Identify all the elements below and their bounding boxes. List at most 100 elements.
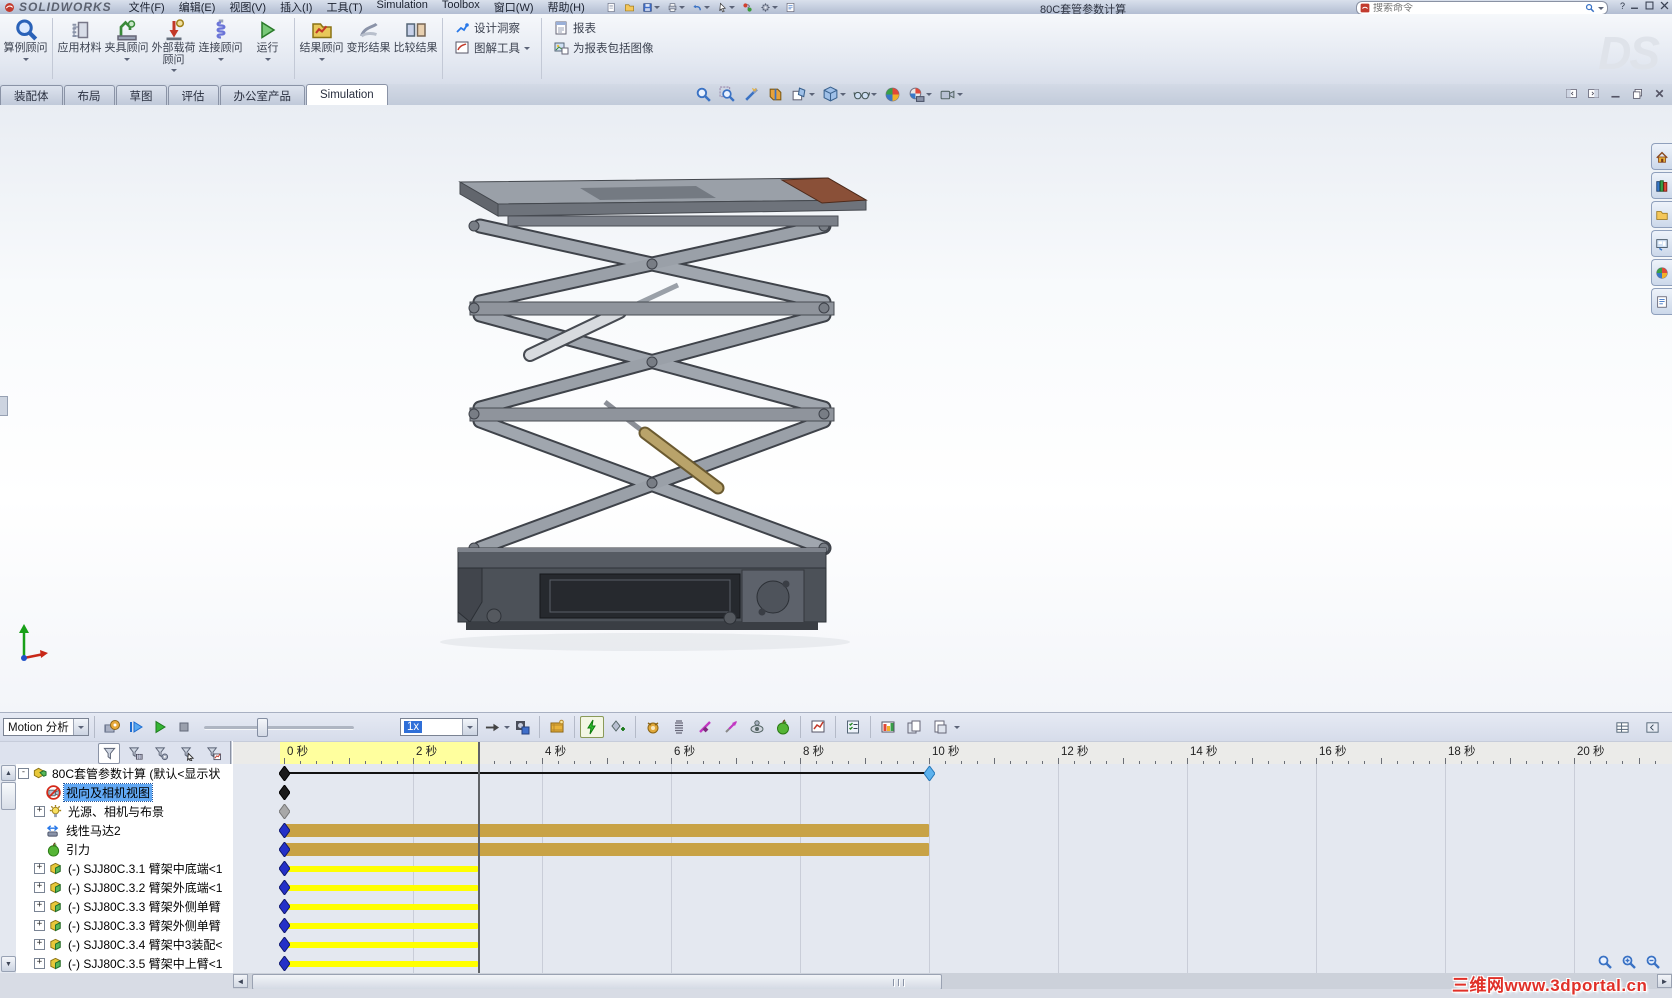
tab-布局[interactable]: 布局 — [63, 85, 115, 105]
hscroll-thumb[interactable] — [252, 974, 942, 990]
tree-item[interactable]: - 80C套管参数计算 (默认<显示状 — [16, 764, 230, 783]
expand-icon[interactable]: + — [34, 958, 45, 969]
autokey-button[interactable] — [580, 716, 604, 738]
ribbon-button[interactable]: 算例顾问 — [2, 14, 49, 83]
timeline-ruler[interactable]: 0 秒 2 秒 4 秒 6 秒 8 秒 10 秒 12 秒 14 秒 16 秒 18 秒 20 秒 — [233, 742, 1672, 766]
change-bar[interactable] — [284, 922, 478, 929]
contact-button[interactable] — [745, 716, 769, 738]
save-animation-button[interactable] — [510, 716, 534, 738]
filter-results-button[interactable] — [202, 743, 224, 764]
new-file-button[interactable] — [606, 2, 617, 13]
tree-item[interactable]: + (-) SJJ80C.3.3 臂架外侧单臂 — [16, 897, 230, 916]
current-time-bar[interactable] — [477, 742, 480, 765]
motor-button[interactable] — [641, 716, 665, 738]
command-search[interactable] — [1356, 1, 1608, 14]
key-diamond[interactable] — [277, 841, 291, 858]
help-button[interactable]: ? — [1620, 1, 1625, 11]
file-properties-button[interactable] — [785, 2, 796, 13]
hide-show-items-button[interactable] — [853, 86, 877, 103]
key-diamond[interactable] — [277, 898, 291, 915]
ribbon-small-button[interactable]: 报表 — [553, 20, 654, 36]
view-settings-button[interactable] — [939, 86, 963, 103]
tab-办公室产品[interactable]: 办公室产品 — [219, 85, 305, 105]
play-from-start-button[interactable] — [124, 716, 148, 738]
timeline-slider[interactable] — [204, 717, 354, 737]
expand-icon[interactable]: + — [34, 806, 45, 817]
toggle-left-pane-button[interactable] — [1565, 87, 1578, 105]
ribbon-button[interactable]: 外部载荷顾问 — [150, 14, 197, 83]
tree-item[interactable]: 引力 — [16, 840, 230, 859]
print-button[interactable] — [667, 2, 685, 13]
filter-selected-button[interactable] — [176, 743, 198, 764]
menu-item[interactable]: 编辑(E) — [172, 0, 223, 14]
ribbon-small-button[interactable]: 设计洞察 — [454, 20, 530, 36]
filter-driving-button[interactable] — [150, 743, 172, 764]
menu-item[interactable]: 帮助(H) — [541, 0, 592, 14]
menu-item[interactable]: 插入(I) — [273, 0, 319, 14]
slider-thumb[interactable] — [257, 718, 268, 737]
change-bar[interactable] — [284, 960, 478, 967]
menu-item[interactable]: 工具(T) — [319, 0, 369, 14]
ribbon-button[interactable]: 变形结果 — [345, 14, 392, 83]
save-button[interactable] — [642, 2, 660, 13]
key-diamond[interactable] — [277, 803, 291, 820]
ribbon-button[interactable]: 连接顾问 — [197, 14, 244, 83]
tab-Simulation[interactable]: Simulation — [306, 84, 388, 105]
ribbon-button[interactable]: 应用材料 — [56, 14, 103, 83]
change-bar[interactable] — [284, 843, 929, 856]
key-diamond[interactable] — [277, 917, 291, 934]
collapse-motionmanager-button[interactable] — [1640, 716, 1664, 738]
options-button[interactable] — [760, 2, 778, 13]
apply-scene-button[interactable] — [908, 86, 932, 103]
tree-item[interactable]: + (-) SJJ80C.3.5 臂架中上臂<1 — [16, 954, 230, 973]
tree-item[interactable]: 线性马达2 — [16, 821, 230, 840]
ribbon-button[interactable]: 夹具顾问 — [103, 14, 150, 83]
change-bar[interactable] — [284, 941, 478, 948]
change-bar[interactable] — [284, 865, 478, 872]
timeline-zoom-out-button[interactable] — [1645, 954, 1661, 975]
open-file-button[interactable] — [624, 2, 635, 13]
view-orientation-button[interactable] — [791, 86, 815, 103]
change-bar[interactable] — [284, 824, 929, 837]
solidworks-resources-tab[interactable] — [1651, 143, 1672, 170]
tree-item[interactable]: 视向及相机视图 — [16, 783, 230, 802]
doc-close-button[interactable] — [1653, 87, 1666, 105]
zoom-to-area-button[interactable] — [719, 86, 736, 103]
tree-item[interactable]: + (-) SJJ80C.3.2 臂架外底端<1 — [16, 878, 230, 897]
key-diamond[interactable] — [277, 822, 291, 839]
display-style-button[interactable] — [822, 86, 846, 103]
scroll-down-icon[interactable]: ▼ — [1, 956, 16, 972]
tree-scrollbar[interactable]: ▲ ▼ — [0, 764, 17, 973]
results-and-plots-button[interactable] — [806, 716, 830, 738]
previous-view-button[interactable] — [743, 86, 760, 103]
search-icon[interactable] — [1585, 3, 1595, 13]
change-bar[interactable] — [284, 884, 478, 891]
import-motion-button[interactable] — [902, 716, 926, 738]
file-explorer-tab[interactable] — [1651, 201, 1672, 228]
rebuild-button[interactable] — [742, 2, 753, 13]
event-based-view-button[interactable] — [876, 716, 900, 738]
calculate-button[interactable] — [100, 716, 124, 738]
collapse-icon[interactable]: - — [18, 768, 29, 779]
scroll-right-icon[interactable]: ► — [1657, 974, 1672, 988]
collapsed-panel-tab[interactable] — [0, 396, 8, 416]
tree-item[interactable]: + 光源、相机与布景 — [16, 802, 230, 821]
expand-icon[interactable]: + — [34, 939, 45, 950]
playback-speed-select[interactable]: 1x — [400, 718, 478, 736]
expand-icon[interactable]: + — [34, 901, 45, 912]
edit-appearance-button[interactable] — [884, 86, 901, 103]
select-button[interactable] — [717, 2, 735, 13]
key-diamond[interactable] — [277, 955, 291, 972]
scroll-left-icon[interactable]: ◄ — [233, 974, 248, 988]
tab-草图[interactable]: 草图 — [115, 85, 167, 105]
ribbon-button[interactable]: 运行 — [244, 14, 291, 83]
key-diamond[interactable] — [277, 765, 291, 782]
menu-item[interactable]: Simulation — [370, 0, 435, 14]
change-bar[interactable] — [284, 903, 478, 910]
damper-button[interactable] — [693, 716, 717, 738]
custom-properties-tab[interactable] — [1651, 288, 1672, 315]
ribbon-button[interactable]: 结果顾问 — [298, 14, 345, 83]
tree-item[interactable]: + (-) SJJ80C.3.4 臂架中3装配< — [16, 935, 230, 954]
motion-study-properties-button[interactable] — [841, 716, 865, 738]
graphics-viewport[interactable] — [0, 105, 1672, 712]
